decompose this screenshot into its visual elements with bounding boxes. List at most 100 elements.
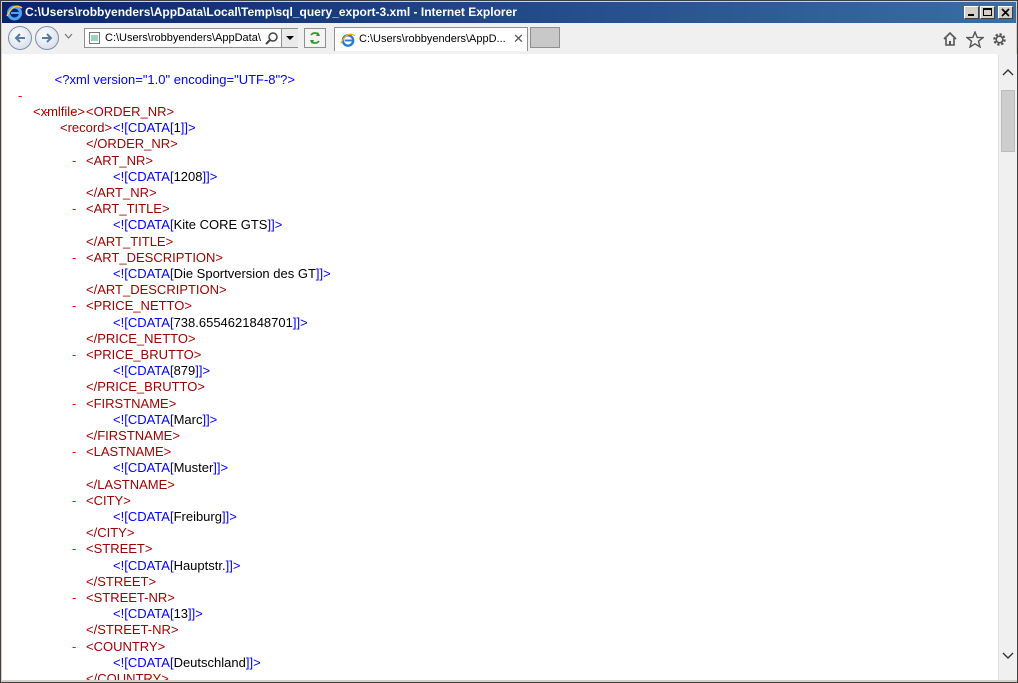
xml-cdata: <![CDATA[Marc]]>	[113, 412, 217, 428]
cdata-value: Die Sportversion des GT	[173, 266, 316, 281]
xml-cdata: <![CDATA[738.6554621848701]]>	[113, 315, 308, 331]
xml-cdata: <![CDATA[Die Sportversion des GT]]>	[113, 266, 331, 282]
cdata-open: <![CDATA[	[113, 655, 174, 670]
cdata-close: ]]>	[267, 217, 283, 232]
window-title: C:\Users\robbyenders\AppData\Local\Temp\…	[25, 5, 517, 19]
back-button[interactable]	[8, 26, 32, 50]
maximize-button[interactable]	[980, 6, 995, 19]
cdata-open: <![CDATA[	[113, 169, 174, 184]
cdata-close: ]]>	[245, 655, 261, 670]
xml-open-tag: <ORDER_NR>	[86, 104, 175, 119]
xml-cdata: <![CDATA[Hauptstr.]]>	[113, 558, 240, 574]
xml-close-tag: </ORDER_NR>	[86, 136, 178, 151]
cdata-close: ]]>	[213, 460, 229, 475]
cdata-open: <![CDATA[	[113, 266, 174, 281]
collapse-toggle-field[interactable]: -	[72, 298, 76, 314]
cdata-close: ]]>	[292, 315, 308, 330]
ie-window: C:\Users\robbyenders\AppData\Local\Temp\…	[0, 0, 1018, 683]
scroll-up-icon[interactable]	[1002, 68, 1014, 76]
cdata-open: <![CDATA[	[113, 606, 174, 621]
address-input[interactable]: C:\Users\robbyenders\AppData\	[105, 32, 261, 44]
xml-cdata: <![CDATA[Kite CORE GTS]]>	[113, 217, 282, 233]
browser-toolbar: C:\Users\robbyenders\AppData\ C:\Users\r…	[2, 23, 1016, 55]
collapse-toggle-field[interactable]: -	[72, 104, 76, 120]
collapse-toggle-field[interactable]: -	[72, 396, 76, 412]
refresh-button[interactable]	[304, 28, 326, 48]
cdata-close: ]]>	[188, 606, 203, 621]
collapse-toggle-field[interactable]: -	[72, 201, 76, 217]
cdata-close: ]]>	[202, 412, 218, 427]
xml-cdata: <![CDATA[13]]>	[113, 606, 203, 622]
collapse-toggle-field[interactable]: -	[72, 250, 76, 266]
address-dropdown-button[interactable]	[281, 29, 298, 47]
xml-close-tag: </STREET-NR>	[86, 622, 179, 637]
xml-open-tag: <STREET>	[86, 541, 153, 556]
scroll-down-icon[interactable]	[1002, 652, 1014, 660]
cdata-value: Kite CORE GTS	[173, 217, 268, 232]
history-dropdown-icon[interactable]	[64, 33, 73, 39]
cdata-open: <![CDATA[	[113, 412, 174, 427]
xml-open-tag: <STREET-NR>	[86, 590, 175, 605]
xml-open-tag: <ART_TITLE>	[86, 201, 170, 216]
title-bar[interactable]: C:\Users\robbyenders\AppData\Local\Temp\…	[2, 2, 1016, 23]
cdata-close: ]]>	[180, 120, 196, 135]
cdata-close: ]]>	[195, 363, 211, 378]
xml-document-view: <?xml version="1.0" encoding="UTF-8"?> -…	[2, 54, 998, 680]
search-icon[interactable]	[265, 31, 279, 45]
collapse-toggle-field[interactable]: -	[72, 590, 76, 606]
home-icon[interactable]	[942, 31, 958, 47]
cdata-value: 13	[173, 606, 189, 621]
collapse-toggle-field[interactable]: -	[72, 541, 76, 557]
xml-cdata: <![CDATA[1208]]>	[113, 169, 217, 185]
xml-close-tag: </PRICE_NETTO>	[86, 331, 196, 346]
xml-cdata: <![CDATA[Deutschland]]>	[113, 655, 261, 671]
xml-cdata: <![CDATA[Freiburg]]>	[113, 509, 237, 525]
cdata-value: 738.6554621848701	[173, 315, 293, 330]
cdata-open: <![CDATA[	[113, 460, 174, 475]
cdata-value: Hauptstr.	[173, 558, 226, 573]
collapse-toggle-field[interactable]: -	[72, 493, 76, 509]
cdata-value: Marc	[173, 412, 203, 427]
xml-open-tag: <ART_DESCRIPTION>	[86, 250, 224, 265]
xml-open-tag: <COUNTRY>	[86, 639, 166, 654]
collapse-toggle-field[interactable]: -	[72, 153, 76, 169]
xml-close-tag: </COUNTRY>	[86, 671, 169, 680]
xml-close-tag: </STREET>	[86, 574, 157, 589]
xml-open-tag: <PRICE_BRUTTO>	[86, 347, 202, 362]
forward-button[interactable]	[35, 26, 59, 50]
xml-cdata: <![CDATA[1]]>	[113, 120, 196, 136]
cdata-value: Freiburg	[173, 509, 222, 524]
forward-arrow-icon	[42, 33, 53, 43]
cdata-open: <![CDATA[	[113, 558, 174, 573]
vertical-scrollbar[interactable]	[998, 54, 1017, 680]
new-tab-button[interactable]	[530, 27, 560, 48]
cdata-open: <![CDATA[	[113, 120, 174, 135]
xml-open-tag: <FIRSTNAME>	[86, 396, 177, 411]
collapse-toggle-field[interactable]: -	[72, 639, 76, 655]
minimize-button[interactable]	[964, 6, 979, 19]
xml-close-tag: </ART_DESCRIPTION>	[86, 282, 227, 297]
close-tab-icon[interactable]: ✕	[513, 31, 524, 47]
page-icon	[89, 32, 100, 44]
xml-cdata: <![CDATA[Muster]]>	[113, 460, 228, 476]
cdata-close: ]]>	[225, 558, 241, 573]
ie-tab-icon	[340, 33, 356, 47]
cdata-close: ]]>	[221, 509, 237, 524]
refresh-icon	[310, 32, 320, 44]
close-button[interactable]	[998, 6, 1013, 19]
xml-close-tag: </CITY>	[86, 525, 135, 540]
cdata-value: Muster	[173, 460, 214, 475]
back-arrow-icon	[14, 33, 25, 43]
gear-icon[interactable]	[991, 31, 1008, 48]
address-bar[interactable]: C:\Users\robbyenders\AppData\	[84, 28, 298, 48]
collapse-toggle-field[interactable]: -	[72, 347, 76, 363]
collapse-toggle-field[interactable]: -	[72, 444, 76, 460]
cdata-open: <![CDATA[	[113, 363, 174, 378]
cdata-value: 1208	[173, 169, 203, 184]
xml-close-tag: </ART_TITLE>	[86, 234, 174, 249]
xml-cdata: <![CDATA[879]]>	[113, 363, 210, 379]
tab-xml-file[interactable]: C:\Users\robbyenders\AppD... ✕	[334, 27, 528, 51]
star-icon[interactable]	[966, 31, 984, 48]
xml-close-tag: </FIRSTNAME>	[86, 428, 180, 443]
scroll-thumb[interactable]	[1001, 90, 1015, 152]
